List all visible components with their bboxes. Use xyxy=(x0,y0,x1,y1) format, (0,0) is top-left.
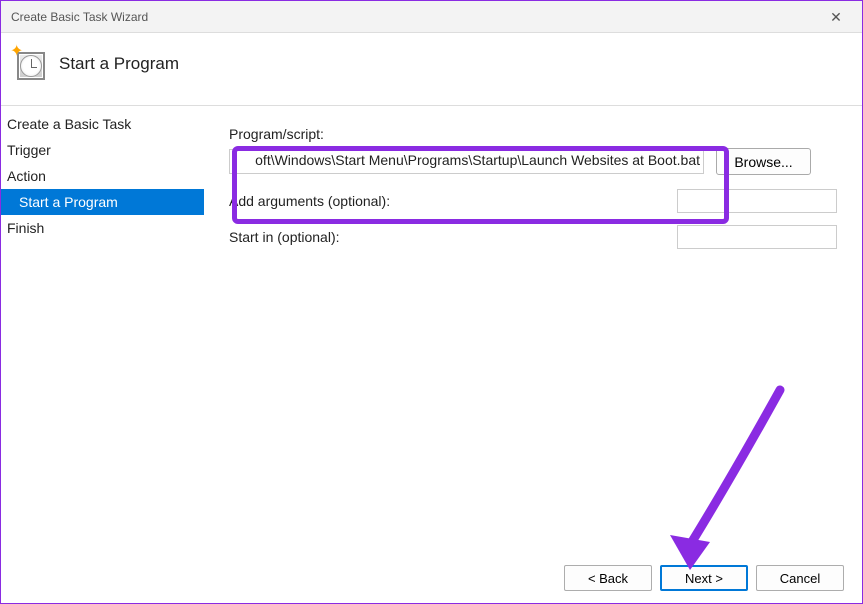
arguments-input[interactable] xyxy=(677,189,837,213)
wizard-header: ✦ Start a Program xyxy=(1,33,862,105)
browse-button[interactable]: Browse... xyxy=(716,148,811,175)
close-icon: ✕ xyxy=(830,9,842,26)
sidebar-item-create-task[interactable]: Create a Basic Task xyxy=(1,111,204,137)
wizard-button-bar: < Back Next > Cancel xyxy=(564,565,844,591)
program-script-input[interactable]: oft\Windows\Start Menu\Programs\Startup\… xyxy=(229,149,704,174)
startin-input[interactable] xyxy=(677,225,837,249)
sidebar-item-action[interactable]: Action xyxy=(1,163,204,189)
sidebar-item-trigger[interactable]: Trigger xyxy=(1,137,204,163)
wizard-body: Create a Basic Task Trigger Action Start… xyxy=(1,105,862,603)
back-button[interactable]: < Back xyxy=(564,565,652,591)
titlebar: Create Basic Task Wizard ✕ xyxy=(1,1,862,33)
page-title: Start a Program xyxy=(59,54,179,74)
cancel-button[interactable]: Cancel xyxy=(756,565,844,591)
startin-label: Start in (optional): xyxy=(229,229,340,245)
window-title: Create Basic Task Wizard xyxy=(11,10,148,24)
wizard-window: Create Basic Task Wizard ✕ ✦ Start a Pro… xyxy=(0,0,863,604)
task-scheduler-icon: ✦ xyxy=(13,48,45,80)
sidebar-item-finish[interactable]: Finish xyxy=(1,215,204,241)
sidebar-item-start-program[interactable]: Start a Program xyxy=(1,189,204,215)
close-button[interactable]: ✕ xyxy=(820,3,852,31)
main-panel: Program/script: oft\Windows\Start Menu\P… xyxy=(204,106,862,603)
wizard-steps-sidebar: Create a Basic Task Trigger Action Start… xyxy=(1,106,204,603)
next-button[interactable]: Next > xyxy=(660,565,748,591)
arguments-label: Add arguments (optional): xyxy=(229,193,390,209)
program-script-label: Program/script: xyxy=(229,126,837,142)
